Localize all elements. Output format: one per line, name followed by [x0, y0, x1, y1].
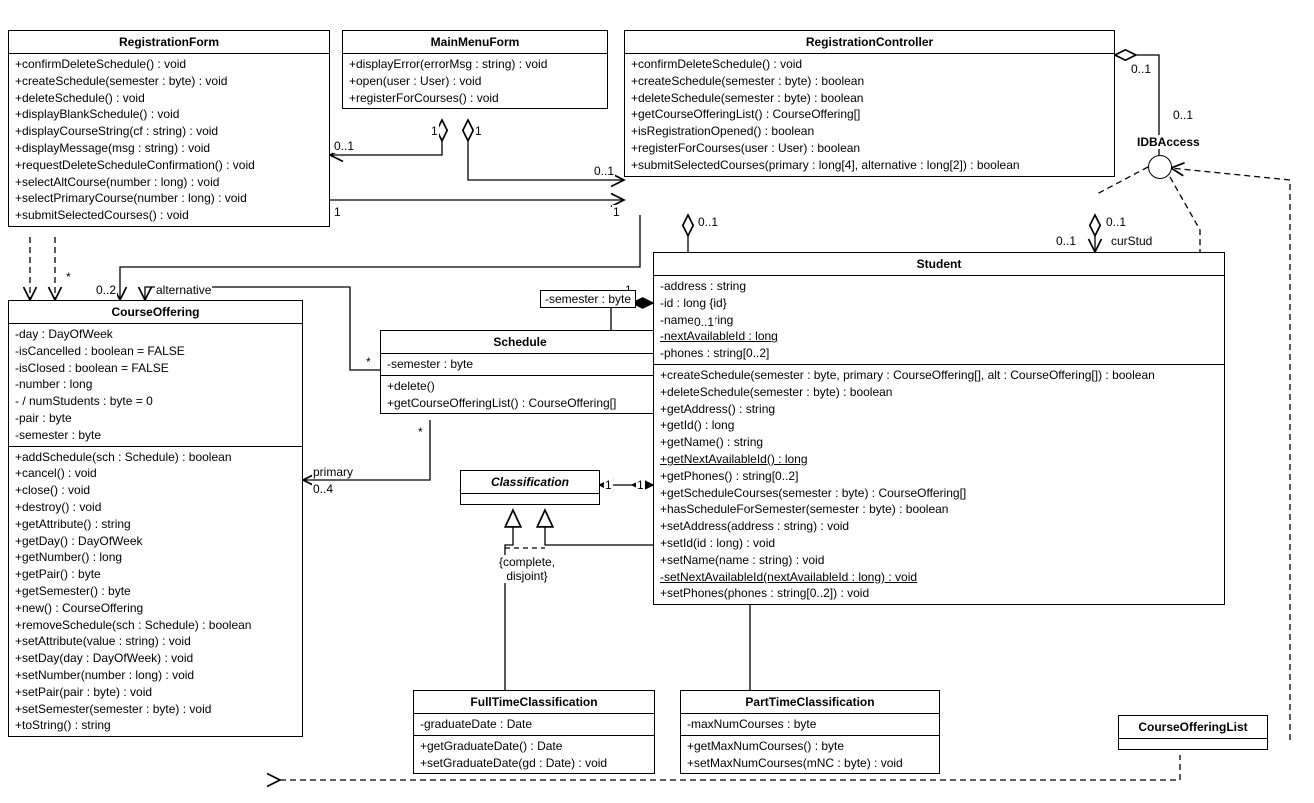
mult-label: 0..1	[697, 215, 719, 229]
mult-label: *	[365, 355, 372, 369]
mult-label: 0..4	[312, 482, 334, 496]
methods: +createSchedule(semester : byte, primary…	[654, 365, 1224, 604]
class-full-time-classification: FullTimeClassification -graduateDate : D…	[413, 690, 655, 774]
role-label: curStud	[1110, 234, 1153, 248]
class-name: RegistrationController	[625, 31, 1114, 54]
constraint-label: {complete, disjoint}	[498, 555, 556, 583]
mult-label: *	[417, 425, 424, 439]
class-name: MainMenuForm	[343, 31, 607, 54]
mult-label: 1	[474, 124, 483, 138]
class-course-offering: CourseOffering -day : DayOfWeek -isCance…	[8, 300, 303, 737]
attrs: -address : string -id : long {id} -name …	[654, 276, 1224, 365]
mult-label: *	[65, 270, 72, 284]
mult-label: 1	[636, 478, 645, 492]
mult-label: 1	[333, 205, 342, 219]
methods: +confirmDeleteSchedule() : void +createS…	[625, 54, 1114, 176]
class-name: PartTimeClassification	[681, 691, 939, 714]
mult-label: 0..1	[333, 139, 355, 153]
class-registration-form: RegistrationForm +confirmDeleteSchedule(…	[8, 30, 330, 227]
methods: +getMaxNumCourses() : byte +setMaxNumCou…	[681, 736, 939, 774]
attrs: -graduateDate : Date	[414, 714, 654, 736]
class-name: Schedule	[381, 331, 659, 354]
class-name: Classification	[461, 471, 599, 494]
class-main-menu-form: MainMenuForm +displayError(errorMsg : st…	[342, 30, 608, 109]
methods: +displayError(errorMsg : string) : void …	[343, 54, 607, 108]
mult-label: 0..1	[693, 315, 715, 329]
idbaccess-interface-circle	[1148, 155, 1172, 179]
class-name: FullTimeClassification	[414, 691, 654, 714]
class-student: Student -address : string -id : long {id…	[653, 252, 1225, 605]
mult-label: 0..1	[593, 164, 615, 178]
methods: +confirmDeleteSchedule() : void +createS…	[9, 54, 329, 226]
empty-section	[461, 494, 599, 504]
mult-label: 1	[430, 124, 439, 138]
mult-label: 0..2	[95, 283, 117, 297]
mult-label: 1	[612, 205, 621, 219]
attrs: -day : DayOfWeek -isCancelled : boolean …	[9, 324, 302, 447]
class-name: Student	[654, 253, 1224, 276]
class-schedule: Schedule -semester : byte +delete() +get…	[380, 330, 660, 414]
role-label: alternative	[155, 283, 212, 297]
methods: +getGraduateDate() : Date +setGraduateDa…	[414, 736, 654, 774]
methods: +addSchedule(sch : Schedule) : boolean +…	[9, 447, 302, 737]
methods: +delete() +getCourseOfferingList() : Cou…	[381, 376, 659, 414]
qualifier-label: -semester : byte	[540, 290, 636, 308]
class-name: CourseOfferingList	[1119, 716, 1267, 739]
class-part-time-classification: PartTimeClassification -maxNumCourses : …	[680, 690, 940, 774]
attrs: -semester : byte	[381, 354, 659, 376]
class-registration-controller: RegistrationController +confirmDeleteSch…	[624, 30, 1115, 177]
class-name: CourseOffering	[9, 301, 302, 324]
class-classification: Classification	[460, 470, 600, 505]
role-label: primary	[312, 465, 354, 479]
idbaccess-label: IDBAccess	[1136, 135, 1201, 149]
class-name: RegistrationForm	[9, 31, 329, 54]
mult-label: 0..1	[1105, 215, 1127, 229]
mult-label: 0..1	[1130, 62, 1152, 76]
mult-label: 0..1	[1172, 108, 1194, 122]
mult-label: 0..1	[1055, 234, 1077, 248]
empty-section	[1119, 739, 1267, 749]
attrs: -maxNumCourses : byte	[681, 714, 939, 736]
mult-label: 1	[604, 478, 613, 492]
class-course-offering-list: CourseOfferingList	[1118, 715, 1268, 750]
